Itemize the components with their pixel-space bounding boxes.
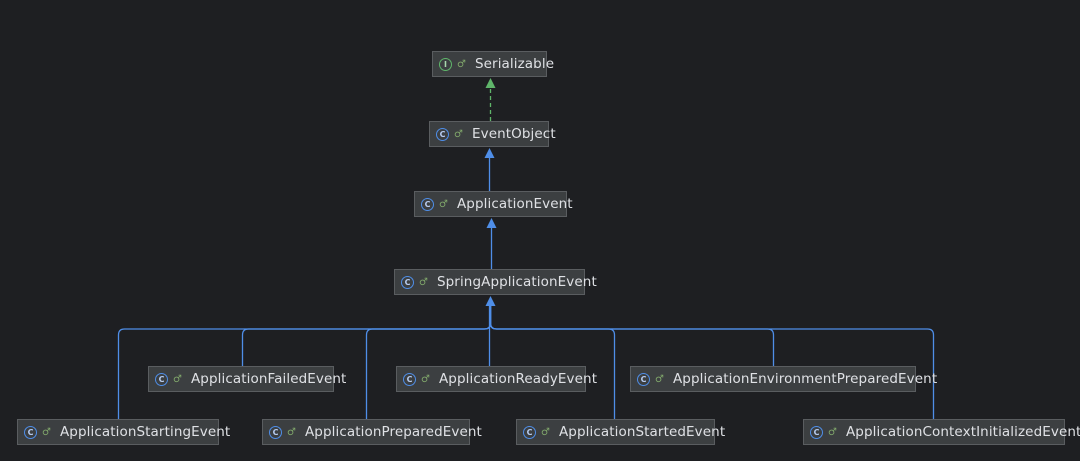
node-label: Serializable (474, 56, 555, 72)
node-application-environment-prepared-event[interactable]: C ♂ ApplicationEnvironmentPreparedEvent (630, 366, 937, 392)
node-label: EventObject (471, 126, 556, 142)
node-application-event[interactable]: C ♂ ApplicationEvent (414, 191, 573, 217)
node-label: ApplicationEvent (456, 196, 573, 212)
arrowhead-spring-application-event (485, 296, 496, 306)
public-modifier-icon: ♂ (457, 58, 466, 70)
node-application-prepared-event[interactable]: C ♂ ApplicationPreparedEvent (262, 419, 482, 445)
public-modifier-icon: ♂ (454, 128, 463, 140)
class-icon: C (810, 425, 823, 439)
node-application-starting-event[interactable]: C ♂ ApplicationStartingEvent (17, 419, 230, 445)
node-label: ApplicationContextInitializedEvent (845, 424, 1080, 440)
public-modifier-icon: ♂ (287, 426, 296, 438)
interface-icon: I (439, 57, 452, 71)
class-icon: C (436, 127, 449, 141)
class-icon: C (523, 425, 536, 439)
class-icon: C (24, 425, 37, 439)
public-modifier-icon: ♂ (828, 426, 837, 438)
class-icon: C (403, 372, 416, 386)
public-modifier-icon: ♂ (439, 198, 448, 210)
class-icon: C (155, 372, 168, 386)
node-label: ApplicationStartedEvent (558, 424, 726, 440)
public-modifier-icon: ♂ (173, 373, 182, 385)
class-icon: C (421, 197, 434, 211)
node-label: ApplicationEnvironmentPreparedEvent (672, 371, 938, 387)
arrowhead-serializable (485, 78, 496, 88)
extends-edge-application-started-event (489, 304, 616, 419)
node-application-failed-event[interactable]: C ♂ ApplicationFailedEvent (148, 366, 346, 392)
extends-edge-application-starting-event (117, 304, 492, 419)
node-label: ApplicationPreparedEvent (304, 424, 482, 440)
node-application-context-initialized-event[interactable]: C ♂ ApplicationContextInitializedEvent (803, 419, 1080, 445)
node-label: SpringApplicationEvent (436, 274, 597, 290)
node-spring-application-event[interactable]: C ♂ SpringApplicationEvent (394, 269, 597, 295)
node-label: ApplicationReadyEvent (438, 371, 598, 387)
node-label: ApplicationFailedEvent (190, 371, 347, 387)
public-modifier-icon: ♂ (42, 426, 51, 438)
node-application-started-event[interactable]: C ♂ ApplicationStartedEvent (516, 419, 725, 445)
node-application-ready-event[interactable]: C ♂ ApplicationReadyEvent (396, 366, 597, 392)
public-modifier-icon: ♂ (419, 276, 428, 288)
extends-edge-application-prepared-event (365, 304, 492, 419)
node-event-object[interactable]: C ♂ EventObject (429, 121, 556, 147)
node-label: ApplicationStartingEvent (59, 424, 231, 440)
class-icon: C (269, 425, 282, 439)
public-modifier-icon: ♂ (421, 373, 430, 385)
public-modifier-icon: ♂ (541, 426, 550, 438)
node-serializable[interactable]: I ♂ Serializable (432, 51, 554, 77)
arrowhead-event-object (484, 148, 495, 158)
public-modifier-icon: ♂ (655, 373, 664, 385)
class-icon: C (637, 372, 650, 386)
extends-edge-application-environment-prepared-event (489, 304, 775, 366)
arrowhead-application-event (486, 218, 497, 228)
class-icon: C (401, 275, 414, 289)
extends-edge-application-context-initialized-event (489, 304, 935, 419)
